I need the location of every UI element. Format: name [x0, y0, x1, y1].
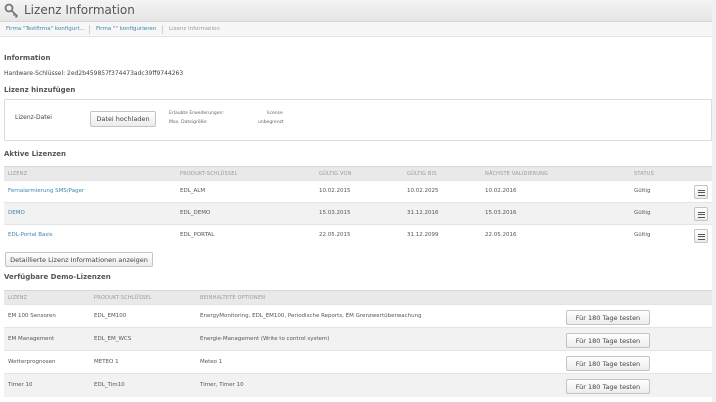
- next-validation: 10.02.2016: [485, 188, 517, 194]
- hardware-key: Hardware-Schlüssel: 2ed2b459857f374473ad…: [4, 70, 184, 77]
- product-key: EDL_EM100: [94, 313, 127, 319]
- license-file-label: Lizenz-Datei: [15, 114, 52, 121]
- active-licenses-table: LIZENZ PRODUKT-SCHLÜSSEL GÜLTIG VON GÜLT…: [4, 166, 712, 246]
- valid-to: 10.02.2025: [407, 188, 439, 194]
- test-180-days-button[interactable]: Für 180 Tage testen: [566, 310, 650, 325]
- table-row: Timer 10 EDL_Tim10 Timer, Timer 10 Für 1…: [4, 373, 712, 397]
- allowed-extensions-label: Erlaubte Erweiterungen:: [169, 111, 224, 116]
- next-validation: 15.03.2016: [485, 210, 517, 216]
- breadcrumb: Firma "Testfirma" konfigurt... Firma "" …: [0, 22, 716, 37]
- menu-icon: [698, 211, 705, 213]
- demo-license-name: Timer 10: [8, 382, 33, 388]
- menu-icon: [698, 189, 705, 191]
- status: Gültig: [634, 210, 651, 216]
- product-key: EDL_EM_WCS: [94, 336, 132, 342]
- upload-file-button[interactable]: Datei hochladen: [90, 111, 156, 127]
- demo-license-name: EM 100 Sensoren: [8, 313, 56, 319]
- test-180-days-button[interactable]: Für 180 Tage testen: [566, 333, 650, 348]
- valid-from: 10.02.2015: [319, 188, 351, 194]
- included-options: EnergyMonitoring, EDL_EM100, Periodische…: [200, 313, 422, 319]
- breadcrumb-current: Lizenz Information: [169, 26, 220, 32]
- max-size-value: unbegrenzt: [258, 120, 284, 125]
- breadcrumb-separator: [162, 25, 163, 34]
- demo-license-name: EM Management: [8, 336, 55, 342]
- key-icon: [4, 3, 19, 19]
- product-key: EDL_DEMO: [180, 210, 211, 216]
- column-header: NÄCHSTE VALIDIERUNG: [485, 171, 549, 177]
- column-header: LIZENZ: [8, 171, 28, 177]
- license-link[interactable]: EDL-Portal Basis: [8, 232, 53, 238]
- product-key: EDL_ALM: [180, 188, 206, 194]
- product-key: EDL_PORTAL: [180, 232, 215, 238]
- column-header: BEINHALTETE OPTIONEN: [200, 295, 266, 301]
- demo-licenses-heading: Verfügbare Demo-Lizenzen: [4, 273, 111, 281]
- product-key: EDL_Tim10: [94, 382, 125, 388]
- add-license-heading: Lizenz hinzufügen: [4, 86, 76, 94]
- valid-to: 31.12.2099: [407, 232, 439, 238]
- active-licenses-heading: Aktive Lizenzen: [4, 150, 67, 158]
- status: Gültig: [634, 232, 651, 238]
- product-key: METEO 1: [94, 359, 119, 365]
- included-options: Energie-Management (Write to control sys…: [200, 336, 330, 342]
- table-row: EDL-Portal Basis EDL_PORTAL 22.05.2015 3…: [4, 224, 712, 246]
- breadcrumb-separator: [89, 25, 90, 34]
- menu-icon: [698, 233, 705, 235]
- column-header: GÜLTIG VON: [319, 171, 352, 177]
- table-row: Wetterprognosen METEO 1 Meteo 1 Für 180 …: [4, 350, 712, 373]
- breadcrumb-link-firma-test[interactable]: Firma "Testfirma" konfigurt...: [6, 26, 85, 32]
- row-menu-button[interactable]: [694, 229, 708, 243]
- valid-from: 15.03.2015: [319, 210, 351, 216]
- license-link[interactable]: Fernalarmierung SMS/Pager: [8, 188, 84, 194]
- row-menu-button[interactable]: [694, 207, 708, 221]
- test-180-days-button[interactable]: Für 180 Tage testen: [566, 379, 650, 394]
- information-heading: Information: [4, 54, 51, 62]
- demo-licenses-table: LIZENZ PRODUKT-SCHLÜSSEL BEINHALTETE OPT…: [4, 290, 712, 398]
- valid-to: 31.12.2016: [407, 210, 439, 216]
- included-options: Timer, Timer 10: [200, 382, 244, 388]
- valid-from: 22.05.2015: [319, 232, 351, 238]
- max-size-label: Max. Dateigröße:: [169, 120, 208, 125]
- table-header: LIZENZ PRODUKT-SCHLÜSSEL GÜLTIG VON GÜLT…: [4, 167, 712, 180]
- test-180-days-button[interactable]: Für 180 Tage testen: [566, 356, 650, 371]
- next-validation: 22.05.2016: [485, 232, 517, 238]
- column-header: PRODUKT-SCHLÜSSEL: [94, 295, 152, 301]
- table-row: EM 100 Sensoren EDL_EM100 EnergyMonitori…: [4, 304, 712, 327]
- table-row: Fernalarmierung SMS/Pager EDL_ALM 10.02.…: [4, 180, 712, 202]
- upload-panel: Lizenz-Datei Datei hochladen Erlaubte Er…: [4, 99, 712, 141]
- column-header: STATUS: [634, 171, 654, 177]
- demo-license-name: Wetterprognosen: [8, 359, 56, 365]
- title-bar: Lizenz Information: [0, 0, 716, 22]
- show-license-details-button[interactable]: Detaillierte Lizenz Informationen anzeig…: [5, 252, 153, 267]
- status: Gültig: [634, 188, 651, 194]
- row-menu-button[interactable]: [694, 185, 708, 199]
- license-link[interactable]: DEMO: [8, 210, 25, 216]
- table-row: DEMO EDL_DEMO 15.03.2015 31.12.2016 15.0…: [4, 202, 712, 224]
- allowed-extensions-value: license: [267, 111, 283, 116]
- table-header: LIZENZ PRODUKT-SCHLÜSSEL BEINHALTETE OPT…: [4, 291, 712, 304]
- scrollbar[interactable]: [712, 0, 716, 402]
- column-header: PRODUKT-SCHLÜSSEL: [180, 171, 238, 177]
- table-row: EM Management EDL_EM_WCS Energie-Managem…: [4, 327, 712, 350]
- column-header: LIZENZ: [8, 295, 28, 301]
- included-options: Meteo 1: [200, 359, 223, 365]
- page-title: Lizenz Information: [24, 3, 135, 17]
- column-header: GÜLTIG BIS: [407, 171, 437, 177]
- breadcrumb-link-firma-config[interactable]: Firma "" konfigurieren: [96, 26, 156, 32]
